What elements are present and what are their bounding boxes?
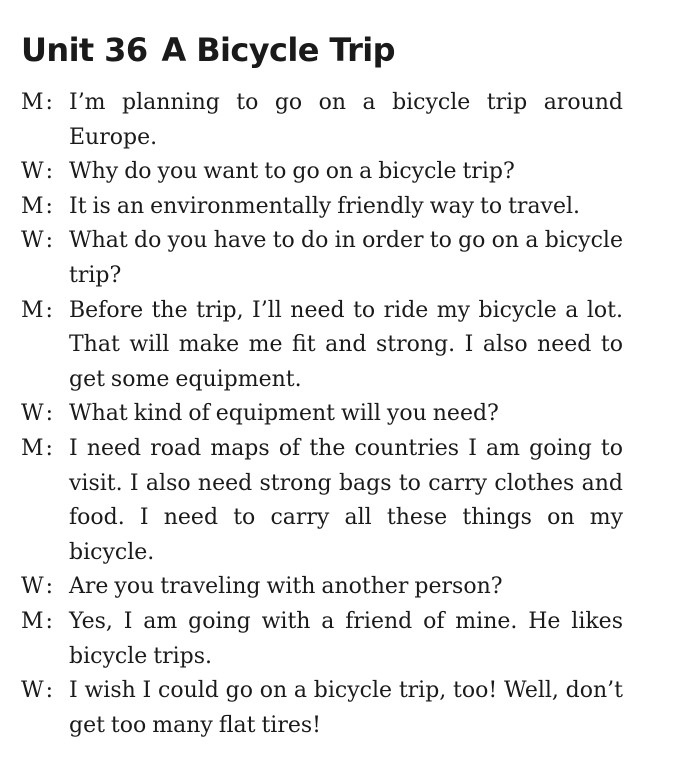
dialogue-line: W: What kind of equipment will you need? [21, 397, 623, 432]
dialogue-text: What kind of equipment will you need? [69, 401, 499, 427]
dialogue-line: M: Yes, I am going with a friend of mine… [21, 605, 623, 674]
unit-title: A Bicycle Trip [161, 31, 396, 69]
dialogue-line: W: I wish I could go on a bicycle trip, … [21, 674, 623, 743]
page-title: Unit 36 A Bicycle Trip [21, 30, 396, 70]
dialogue-line: M: Before the trip, I’ll need to ride my… [21, 294, 623, 398]
dialogue-line: W: Are you traveling with another person… [21, 570, 623, 605]
speaker-label: W: [21, 228, 54, 254]
dialogue-text: Before the trip, I’ll need to ride my bi… [69, 297, 623, 392]
dialogue-line: M: I’m planning to go on a bicycle trip … [21, 86, 623, 155]
speaker-label: W: [21, 574, 54, 600]
dialogue-line: W: Why do you want to go on a bicycle tr… [21, 155, 623, 190]
dialogue-line: M: I need road maps of the countries I a… [21, 432, 623, 570]
speaker-label: W: [21, 159, 54, 185]
dialogue-text: I’m planning to go on a bicycle trip aro… [69, 90, 623, 150]
speaker-label: W: [21, 401, 54, 427]
speaker-label: W: [21, 678, 54, 704]
dialogue-text: I wish I could go on a bicycle trip, too… [69, 678, 623, 738]
speaker-label: M: [21, 193, 53, 219]
speaker-label: M: [21, 435, 53, 461]
speaker-label: M: [21, 297, 53, 323]
dialogue: M: I’m planning to go on a bicycle trip … [21, 86, 623, 743]
speaker-label: M: [21, 608, 53, 634]
dialogue-text: Are you traveling with another person? [69, 574, 503, 600]
dialogue-line: W: What do you have to do in order to go… [21, 224, 623, 293]
unit-number: Unit 36 [21, 31, 148, 69]
dialogue-text: It is an environmentally friendly way to… [69, 193, 581, 219]
dialogue-line: M: It is an environmentally friendly way… [21, 190, 623, 225]
document-page: Unit 36 A Bicycle Trip M: I’m planning to… [0, 0, 678, 758]
dialogue-text: Why do you want to go on a bicycle trip? [69, 159, 515, 185]
dialogue-text: Yes, I am going with a friend of mine. H… [69, 608, 623, 669]
dialogue-text: What do you have to do in order to go on… [69, 228, 623, 288]
dialogue-text: I need road maps of the countries I am g… [69, 435, 623, 565]
speaker-label: M: [21, 90, 53, 115]
